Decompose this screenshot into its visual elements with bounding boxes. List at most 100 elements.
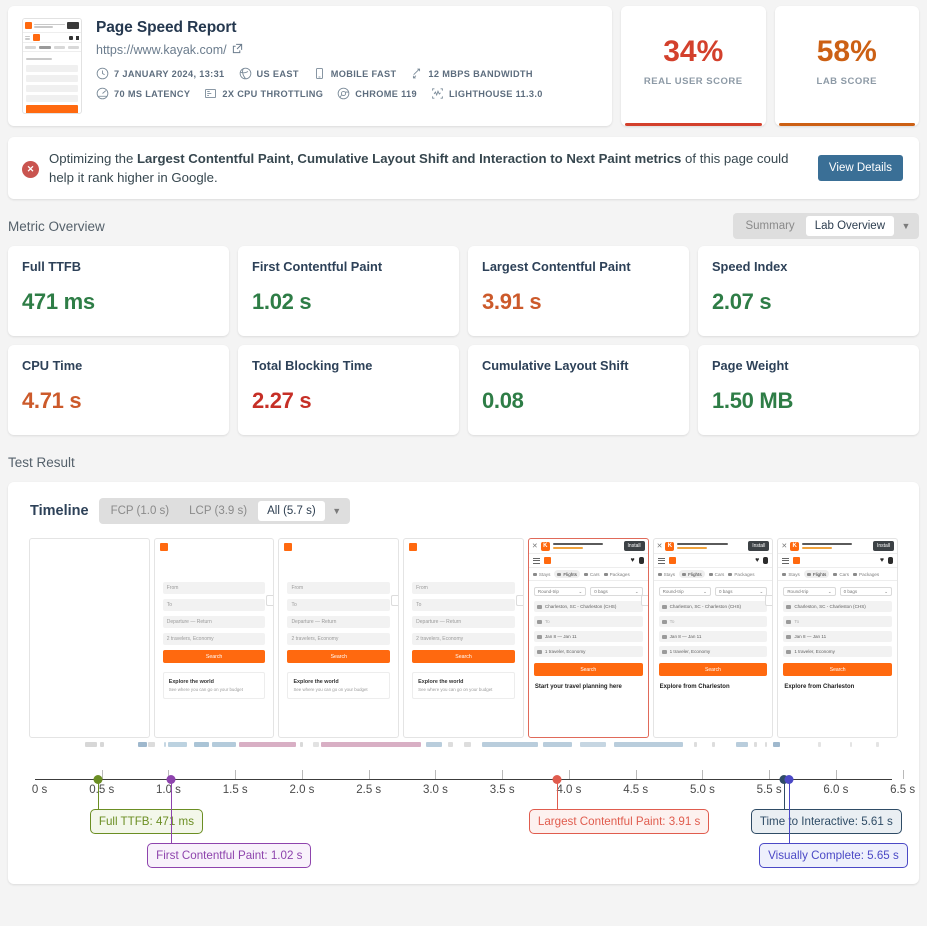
trip-type-select[interactable]: Round-trip ⌄ [783,587,836,596]
tab-flights[interactable]: Flights [679,570,705,578]
search-button[interactable]: Search [658,663,768,676]
user-icon[interactable] [888,557,894,564]
axis-tick [902,770,904,779]
install-button[interactable]: Install [872,541,895,551]
timeline-filter-all[interactable]: All (5.7 s) [258,501,325,521]
waterfall-segment [238,742,296,747]
tab-flights[interactable]: Flights [803,570,830,578]
origin-field[interactable]: Charleston, SC - Charleston (CHS) [658,601,768,612]
search-button[interactable]: Search [533,663,643,676]
tab-packages[interactable]: Packages [603,572,630,577]
early-search-button: Search [162,650,266,663]
origin-field[interactable]: Charleston, SC - Charleston (CHS) [783,601,893,612]
search-button[interactable]: Search [783,663,893,676]
report-url[interactable]: https://www.kayak.com/ [96,43,598,57]
dates-field[interactable]: Jan 8 — Jan 11 [783,631,893,642]
view-details-button[interactable]: View Details [817,155,903,181]
tab-packages[interactable]: Packages [728,572,755,577]
origin-field[interactable]: Charleston, SC - Charleston (CHS) [533,601,643,612]
destination-field[interactable]: To [783,616,893,627]
field-value: Charleston, SC - Charleston (CHS) [669,604,742,609]
test-result-title: Test Result [8,454,75,470]
bags-select[interactable]: 0 bags ⌄ [590,587,643,596]
tab-cars[interactable]: Cars [583,572,600,577]
tab-stays[interactable]: Stays [532,572,550,577]
tab-cars[interactable]: Cars [833,572,849,577]
metric-overview-toggle: Summary Lab Overview ▼ [733,213,919,239]
drag-handle[interactable] [266,595,274,606]
travelers-field[interactable]: 1 traveler, Economy [533,646,643,657]
travelers-field[interactable]: 1 traveler, Economy [783,646,893,657]
tab-stays[interactable]: Stays [657,572,675,577]
timeline-title: Timeline [30,503,89,519]
early-field: To [287,599,391,611]
select-value: 0 bags [594,589,608,594]
mini-headline-alt: Explore from Charleston [784,684,855,690]
early-field: 2 travelers, Economy [412,633,515,645]
drag-handle[interactable] [391,595,399,606]
destination-field[interactable]: To [658,616,768,627]
drag-handle[interactable] [640,595,648,606]
toggle-option-lab-overview[interactable]: Lab Overview [805,216,894,236]
menu-icon[interactable] [657,556,665,565]
filmstrip-frame[interactable]: ✕ K Install ♥ Stays Flights Cars Package… [777,538,899,738]
dates-field[interactable]: Jan 8 — Jan 11 [658,631,768,642]
timeline-callout[interactable]: Largest Contentful Paint: 3.91 s [528,809,710,834]
toggle-option-summary[interactable]: Summary [736,216,803,236]
user-icon[interactable] [763,557,769,564]
menu-icon[interactable] [782,556,790,565]
heart-icon[interactable]: ♥ [880,557,884,564]
waterfall-segment [163,742,166,747]
close-icon[interactable]: ✕ [532,542,538,550]
filmstrip-frame[interactable]: From To Departure — Return 2 travelers, … [278,538,400,738]
trip-type-select[interactable]: Round-trip ⌄ [658,587,711,596]
timeline-callout[interactable]: Full TTFB: 471 ms [89,809,203,834]
destination-field[interactable]: To [533,616,643,627]
bags-select[interactable]: 0 bags ⌄ [839,587,893,596]
early-field: From [287,582,391,594]
test-result-header: Test Result [0,451,927,473]
external-link-icon[interactable] [232,43,243,57]
chevron-down-icon[interactable]: ▼ [327,506,347,516]
timeline-filter-group: FCP (1.0 s) LCP (3.9 s) All (5.7 s) ▼ [98,498,350,524]
waterfall-segment [99,742,104,747]
tab-flights[interactable]: Flights [554,570,580,578]
axis-tick-label: 5.5 s [756,784,782,796]
report-summary-card: Page Speed Report https://www.kayak.com/… [8,6,612,126]
install-button[interactable]: Install [623,541,645,551]
travelers-field[interactable]: 1 traveler, Economy [658,646,768,657]
tab-stays[interactable]: Stays [782,572,800,577]
timeline-callout[interactable]: Time to Interactive: 5.61 s [750,809,902,834]
dates-field[interactable]: Jan 8 — Jan 11 [533,631,643,642]
meta-label-device: MOBILE FAST [330,68,397,79]
alert-prefix: Optimizing the [49,150,137,166]
tab-packages[interactable]: Packages [853,572,879,577]
menu-icon[interactable] [532,556,540,565]
filmstrip-frame[interactable]: From To Departure — Return 2 travelers, … [153,538,275,738]
waterfall-segment [193,742,209,747]
timeline-callout[interactable]: First Contentful Paint: 1.02 s [147,843,312,868]
tab-cars[interactable]: Cars [708,572,724,577]
kayak-logo-icon: K [790,541,800,551]
bags-select[interactable]: 0 bags ⌄ [714,587,768,596]
timeline-filter-lcp[interactable]: LCP (3.9 s) [180,501,256,521]
trip-type-select[interactable]: Round-trip ⌄ [533,587,587,596]
filmstrip-frame[interactable]: From To Departure — Return 2 travelers, … [403,538,524,738]
heart-icon[interactable]: ♥ [630,557,634,564]
axis-tick-label: 6.0 s [823,784,849,796]
install-button[interactable]: Install [748,541,770,551]
filmstrip-frame-highlighted[interactable]: ✕ K Install ♥ Stays Flights Cars Package… [527,538,649,738]
drag-handle[interactable] [515,595,523,606]
timeline-callout[interactable]: Visually Complete: 5.65 s [759,843,908,868]
timeline-filter-fcp[interactable]: FCP (1.0 s) [102,501,179,521]
close-icon[interactable]: ✕ [781,542,787,550]
filmstrip-frame[interactable]: ✕ K Install ♥ Stays Flights Cars Package… [652,538,774,738]
filmstrip-frame[interactable] [29,538,150,738]
chevron-down-icon[interactable]: ▼ [896,221,916,231]
heart-icon[interactable]: ♥ [755,557,759,564]
drag-handle[interactable] [765,595,773,606]
user-icon[interactable] [638,557,644,564]
close-icon[interactable]: ✕ [657,542,663,550]
early-field: Departure — Return [162,616,266,628]
timeline-marker-line [171,779,173,843]
